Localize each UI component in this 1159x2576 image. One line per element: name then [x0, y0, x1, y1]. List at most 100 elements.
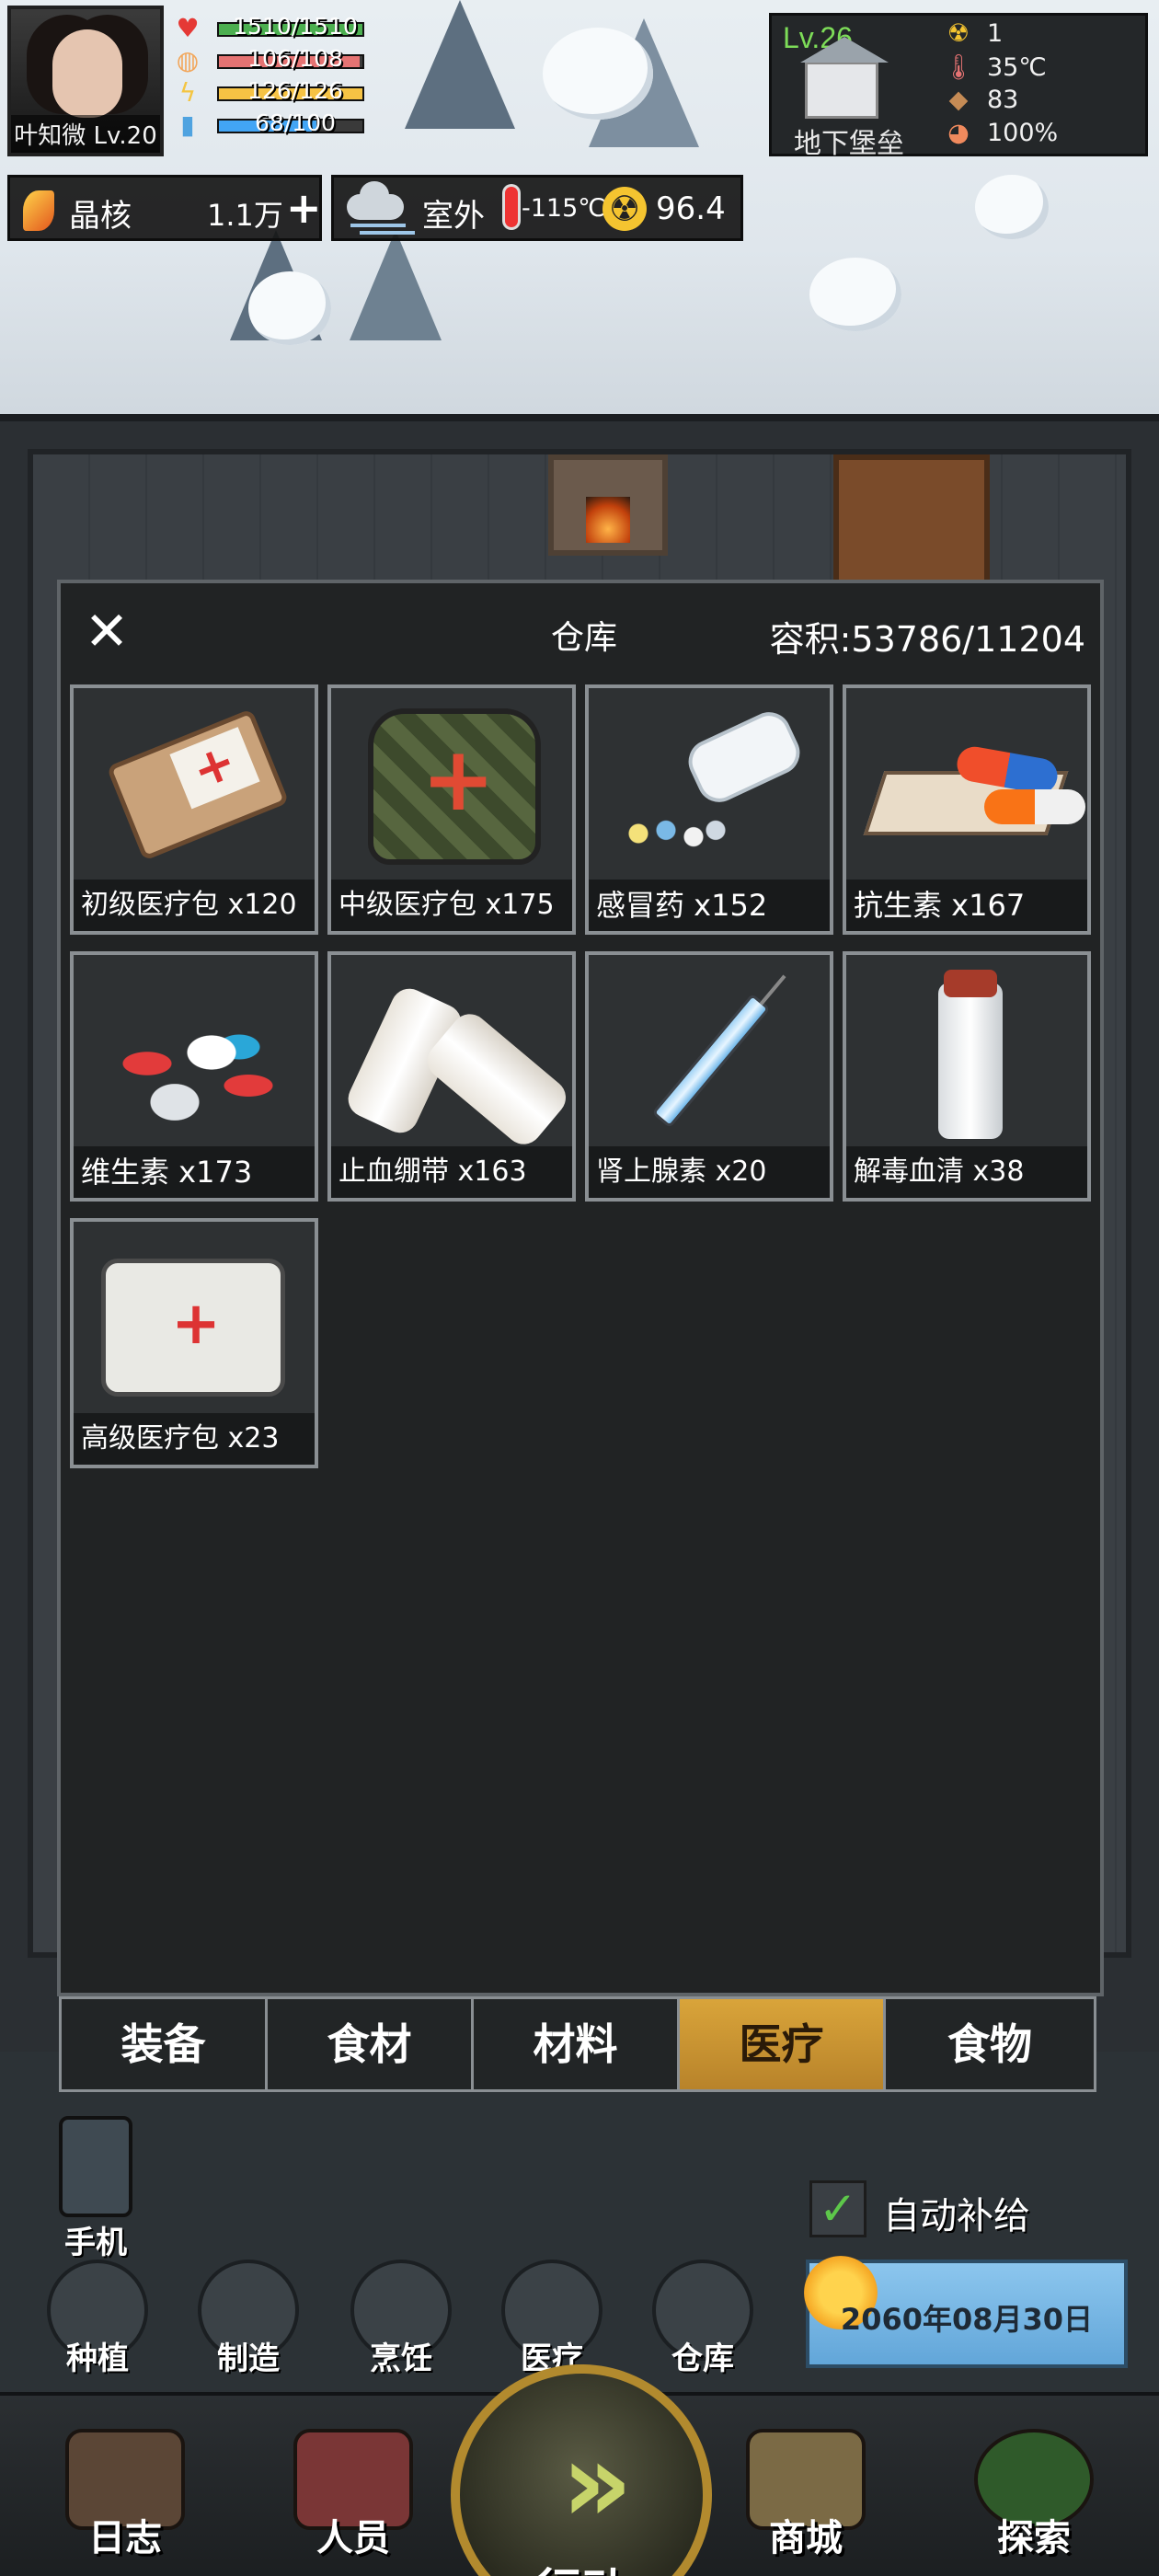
- add-crystal-button[interactable]: +: [286, 183, 322, 233]
- crystal-icon: [23, 190, 54, 231]
- base-stat: 🌡 35℃: [943, 52, 1047, 84]
- pine-tree: [350, 230, 442, 340]
- base-stat: ☢ 1: [943, 19, 1003, 51]
- item-slot-bandage[interactable]: 止血绷带 x163: [327, 951, 576, 1202]
- base-stat-value: 100%: [987, 119, 1059, 147]
- item-slot-antibiotics[interactable]: 抗生素 x167: [843, 684, 1091, 935]
- crystal-value: 1.1万: [207, 198, 283, 233]
- crystal-label: 晶核: [69, 198, 132, 235]
- shortcut-warehouse[interactable]: 仓库: [638, 2260, 767, 2378]
- snow-bush: [543, 28, 653, 120]
- item-slot-adrenaline[interactable]: 肾上腺素 x20: [585, 951, 833, 1202]
- base-stat-value: 83: [987, 86, 1019, 114]
- item-label: 维生素 x173: [74, 1146, 315, 1198]
- phone-button[interactable]: 手机: [40, 2116, 151, 2262]
- base-info-panel[interactable]: Lv.26 地下堡垒 ☢1🌡35℃◆83◕100%: [769, 13, 1148, 160]
- nav-personnel[interactable]: 人员: [261, 2429, 445, 2561]
- thermometer-icon: [505, 187, 518, 227]
- nav-label: 商城: [769, 2517, 843, 2559]
- fireplace[interactable]: [548, 454, 668, 556]
- crystal-resource: 晶核 1.1万 +: [7, 175, 322, 241]
- bandage-icon: [331, 955, 572, 1152]
- stat-value: 106/108: [247, 45, 343, 72]
- radiation-icon: ☢: [602, 187, 647, 231]
- stat-value: 126/126: [247, 77, 343, 104]
- base-stat-value: 1: [987, 19, 1004, 48]
- tab-food[interactable]: 食物: [886, 1999, 1094, 2089]
- player-stats: ♥ 1510/1510 ◍ 106/108 ϟ 126/126 ▮ 68/100: [171, 13, 373, 142]
- phone-label: 手机: [64, 2225, 127, 2261]
- stat-row: ϟ 126/126: [171, 77, 373, 109]
- shortcut-label: 仓库: [671, 2340, 734, 2377]
- shortcut-planting[interactable]: 种植: [33, 2260, 162, 2378]
- item-label: 初级医疗包 x120: [74, 880, 315, 931]
- snow-bush: [975, 175, 1049, 239]
- item-label: 感冒药 x152: [589, 880, 830, 931]
- weather-panel[interactable]: 室外 -115℃ ☢ 96.4: [331, 175, 743, 241]
- radiation-value: 96.4: [656, 190, 726, 227]
- tab-medical[interactable]: 医疗: [680, 1999, 886, 2089]
- shortcut-label: 烹饪: [370, 2340, 432, 2377]
- wooden-cabinet[interactable]: [833, 454, 990, 592]
- item-slot-cold-medicine[interactable]: 感冒药 x152: [585, 684, 833, 935]
- item-slot-basic-medkit[interactable]: 初级医疗包 x120: [70, 684, 318, 935]
- antibiotics-icon: [846, 688, 1087, 881]
- warehouse-tabs: 装备 食材 材料 医疗 食物: [59, 1996, 1096, 2092]
- base-stat-value: 35℃: [987, 53, 1047, 82]
- close-icon[interactable]: ✕: [79, 604, 134, 661]
- stat-row: ♥ 1510/1510: [171, 13, 373, 45]
- stat-value: 1510/1510: [233, 13, 358, 40]
- item-label: 止血绷带 x163: [331, 1146, 572, 1198]
- snow-bush: [248, 271, 331, 345]
- vitamins-icon: [74, 955, 315, 1148]
- tab-ingredients[interactable]: 食材: [268, 1999, 474, 2089]
- water-icon: ▮: [180, 109, 195, 140]
- nav-shop[interactable]: 商城: [714, 2429, 898, 2561]
- item-slot-advanced-medkit[interactable]: 高级医疗包 x23: [70, 1218, 318, 1468]
- shortcut-label: 种植: [66, 2340, 129, 2377]
- nav-log[interactable]: 日志: [33, 2429, 217, 2561]
- item-slot-antivenom[interactable]: 解毒血清 x38: [843, 951, 1091, 1202]
- tab-materials[interactable]: 材料: [474, 1999, 680, 2089]
- item-slot-mid-medkit[interactable]: 中级医疗包 x175: [327, 684, 576, 935]
- pine-tree: [405, 0, 515, 129]
- nav-label: 人员: [316, 2517, 390, 2559]
- energy-icon: ϟ: [178, 77, 197, 108]
- shortcut-crafting[interactable]: 制造: [184, 2260, 313, 2378]
- nav-label: 探索: [997, 2517, 1071, 2559]
- tab-equipment[interactable]: 装备: [62, 1999, 268, 2089]
- base-stat: ◆ 83: [943, 86, 1019, 117]
- base-name: 地下堡垒: [794, 128, 904, 160]
- weather-label: 室外: [422, 198, 485, 235]
- capacity-label: 容积:53786/11204: [769, 619, 1085, 660]
- fast-forward-icon: »: [561, 2420, 633, 2547]
- warehouse-modal: 仓库 ✕ 容积:53786/11204 初级医疗包 x120 中级医疗包 x17…: [57, 580, 1104, 1996]
- heart-icon: ♥: [176, 13, 200, 43]
- stomach-icon: ◍: [176, 45, 200, 75]
- base-stat: ◕ 100%: [943, 119, 1058, 150]
- base-house-icon: [800, 37, 889, 119]
- item-label: 高级医疗包 x23: [74, 1413, 315, 1465]
- shortcut-cooking[interactable]: 烹饪: [337, 2260, 465, 2378]
- food-icon: ◆: [948, 86, 969, 114]
- auto-supply-label: 自动补给: [883, 2195, 1030, 2237]
- player-name-level: 叶知微 Lv.20: [11, 115, 160, 153]
- shortcut-label: 制造: [217, 2340, 280, 2377]
- player-avatar[interactable]: 叶知微 Lv.20: [7, 6, 164, 156]
- mid-medkit-icon: [331, 688, 572, 881]
- pie-icon: ◕: [947, 119, 970, 147]
- shortcut-medical[interactable]: 医疗: [488, 2260, 616, 2378]
- snow-bush: [809, 258, 901, 331]
- checkbox-checked-icon[interactable]: ✓: [809, 2180, 866, 2237]
- item-slot-vitamins[interactable]: 维生素 x173: [70, 951, 318, 1202]
- item-label: 解毒血清 x38: [846, 1146, 1087, 1198]
- thermometer-icon: 🌡: [943, 53, 975, 82]
- nav-explore[interactable]: 探索: [942, 2429, 1126, 2561]
- nav-label: 日志: [88, 2517, 162, 2559]
- outside-temperature: -115℃: [522, 194, 606, 223]
- stat-value: 68/100: [255, 109, 336, 136]
- item-label: 肾上腺素 x20: [589, 1146, 830, 1198]
- action-label: 行动: [460, 2554, 703, 2576]
- item-label: 中级医疗包 x175: [331, 880, 572, 931]
- game-date: 2060年08月30日: [840, 2302, 1094, 2337]
